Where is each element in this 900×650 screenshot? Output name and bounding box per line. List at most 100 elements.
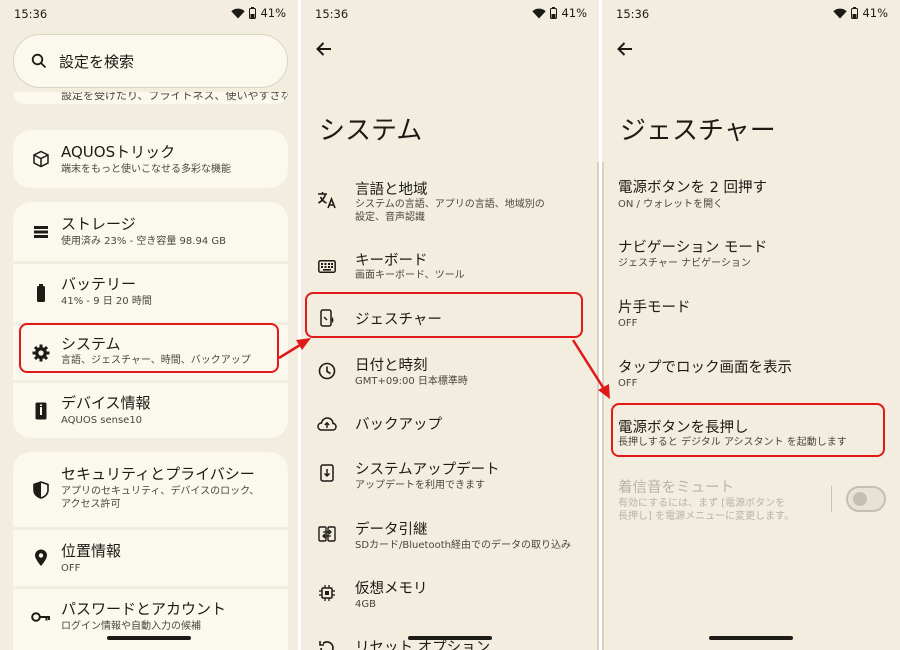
home-indicator <box>107 636 191 640</box>
page-title: ジェスチャー <box>620 116 776 146</box>
mute-ringtone-toggle[interactable] <box>846 486 886 512</box>
item-title: 着信音をミュート <box>618 480 734 496</box>
battery-icon <box>249 7 257 19</box>
item-subtitle: アップデートを利用できます <box>355 480 485 491</box>
battery-level: 41% <box>862 6 888 20</box>
item-subtitle-line2: 設定、音声認識 <box>355 212 425 223</box>
system-item-backup[interactable]: バックアップ <box>301 410 597 440</box>
storage-icon <box>31 222 51 242</box>
settings-item-aquos-trick[interactable]: AQUOSトリック 端末をもっと使いこなせる多彩な機能 <box>13 130 288 188</box>
item-title: 位置情報 <box>61 542 122 560</box>
item-title: 仮想メモリ <box>355 581 428 597</box>
item-title: AQUOSトリック <box>61 143 176 161</box>
gesture-item-one-handed-mode[interactable]: 片手モード OFF <box>618 296 888 336</box>
item-subtitle: OFF <box>618 318 638 329</box>
item-title: システムアップデート <box>355 462 500 478</box>
item-title: バックアップ <box>355 417 442 433</box>
settings-item-battery[interactable]: バッテリー 41% - 9 日 20 時間 <box>13 264 288 322</box>
item-title: パスワードとアカウント <box>61 600 227 618</box>
press-hold-highlight-box <box>611 403 885 457</box>
system-item-system-update[interactable]: システムアップデート アップデートを利用できます <box>301 458 597 498</box>
system-item-data-transfer[interactable]: データ引継 SDカード/Bluetooth経由でのデータの取り込み <box>301 518 597 558</box>
location-pin-icon <box>31 548 51 568</box>
item-subtitle: AQUOS sense10 <box>61 415 143 426</box>
phone-info-icon <box>31 401 51 421</box>
page-title: システム <box>319 116 423 146</box>
status-bar: 15:36 41% <box>0 0 298 28</box>
home-indicator <box>709 636 793 640</box>
system-highlight-box <box>19 323 279 373</box>
key-icon <box>31 607 51 627</box>
home-indicator <box>408 636 492 640</box>
gesture-item-mute-ringtone: 着信音をミュート 有効にするには、まず [電源ボタンを 長押し] を電源メニュー… <box>618 476 828 526</box>
status-bar: 15:36 41% <box>602 0 900 28</box>
search-bar[interactable]: 設定を検索 <box>13 34 288 88</box>
item-title: 日付と時刻 <box>355 358 428 374</box>
system-item-keyboard[interactable]: キーボード 画面キーボード、ツール <box>301 244 597 294</box>
item-subtitle: GMT+09:00 日本標準時 <box>355 376 468 387</box>
battery-level: 41% <box>561 6 587 20</box>
wifi-icon <box>833 8 848 18</box>
search-placeholder: 設定を検索 <box>59 52 135 71</box>
status-time: 15:36 <box>14 7 48 21</box>
item-title: 電源ボタンを 2 回押す <box>618 180 767 196</box>
gesture-item-tap-lock-screen[interactable]: タップでロック画面を表示 OFF <box>618 356 888 396</box>
toggle-divider <box>831 486 832 512</box>
item-title: セキュリティとプライバシー <box>61 465 255 483</box>
status-bar: 15:36 41% <box>301 0 599 28</box>
status-time: 15:36 <box>315 7 349 21</box>
item-subtitle: ログイン情報や自動入力の候補 <box>61 621 201 632</box>
item-subtitle: システムの言語、アプリの言語、地域別の <box>355 199 545 210</box>
system-item-date-time[interactable]: 日付と時刻 GMT+09:00 日本標準時 <box>301 352 597 402</box>
item-subtitle: 4GB <box>355 599 376 610</box>
battery-level: 41% <box>260 6 286 20</box>
settings-item-location[interactable]: 位置情報 OFF <box>13 530 288 586</box>
item-subtitle: ON / ウォレットを開く <box>618 199 724 210</box>
item-title: 片手モード <box>618 300 691 316</box>
gestures-highlight-box <box>305 292 583 338</box>
wifi-icon <box>532 8 547 18</box>
item-subtitle-line2: アクセス許可 <box>61 499 121 510</box>
item-subtitle: 有効にするには、まず [電源ボタンを <box>618 498 786 509</box>
item-title: データ引継 <box>355 522 428 538</box>
gesture-item-double-press-power[interactable]: 電源ボタンを 2 回押す ON / ウォレットを開く <box>618 176 888 216</box>
clock-icon <box>317 361 337 381</box>
memory-icon <box>317 583 337 603</box>
wifi-icon <box>231 8 246 18</box>
battery-icon <box>31 283 51 303</box>
back-arrow-icon[interactable] <box>614 38 636 60</box>
gestures-panel: 15:36 41% ジェスチャー 電源ボタンを 2 回押す ON / ウォレット… <box>602 0 900 650</box>
item-title: タップでロック画面を表示 <box>618 360 792 376</box>
device-settings-card: ストレージ 使用済み 23% - 空き容量 98.94 GB バッテリー 41%… <box>13 202 288 438</box>
data-transfer-icon <box>317 524 337 544</box>
settings-item-device-info[interactable]: デバイス情報 AQUOS sense10 <box>13 383 288 438</box>
aquos-trick-card[interactable]: AQUOSトリック 端末をもっと使いこなせる多彩な機能 <box>13 130 288 188</box>
gesture-item-navigation-mode[interactable]: ナビゲーション モード ジェスチャー ナビゲーション <box>618 236 888 276</box>
settings-item-storage[interactable]: ストレージ 使用済み 23% - 空き容量 98.94 GB <box>13 202 288 261</box>
privacy-settings-card: セキュリティとプライバシー アプリのセキュリティ、デバイスのロック、 アクセス許… <box>13 452 288 650</box>
system-item-virtual-memory[interactable]: 仮想メモリ 4GB <box>301 577 597 617</box>
shield-icon <box>31 480 51 500</box>
clipped-card: 設定を受けたり、ブライトネス、使いやすさなど <box>13 92 288 104</box>
scrollbar-track <box>602 162 604 650</box>
cube-icon <box>31 149 51 169</box>
item-subtitle: SDカード/Bluetooth経由でのデータの取り込み <box>355 540 571 551</box>
toggle-knob <box>853 492 867 506</box>
reset-icon <box>317 638 337 650</box>
item-subtitle: OFF <box>618 378 638 389</box>
item-subtitle: 41% - 9 日 20 時間 <box>61 296 152 307</box>
system-item-language[interactable]: 言語と地域 システムの言語、アプリの言語、地域別の 設定、音声認識 <box>301 172 597 232</box>
backup-icon <box>317 414 337 434</box>
item-subtitle: OFF <box>61 563 81 574</box>
item-subtitle: ジェスチャー ナビゲーション <box>618 258 751 269</box>
battery-icon <box>851 7 859 19</box>
item-title: 言語と地域 <box>355 182 428 198</box>
settings-item-security[interactable]: セキュリティとプライバシー アプリのセキュリティ、デバイスのロック、 アクセス許… <box>13 452 288 527</box>
back-arrow-icon[interactable] <box>313 38 335 60</box>
battery-icon <box>550 7 558 19</box>
system-panel: 15:36 41% システム 言語と地域 システムの言語、アプリの言語、地域別の… <box>301 0 599 650</box>
status-time: 15:36 <box>616 7 650 21</box>
item-subtitle: 画面キーボード、ツール <box>355 270 465 281</box>
settings-panel: 15:36 41% 設定を検索 設定を受けたり、ブライトネス、使いやすさなど A… <box>0 0 298 650</box>
item-title: ストレージ <box>61 215 136 233</box>
